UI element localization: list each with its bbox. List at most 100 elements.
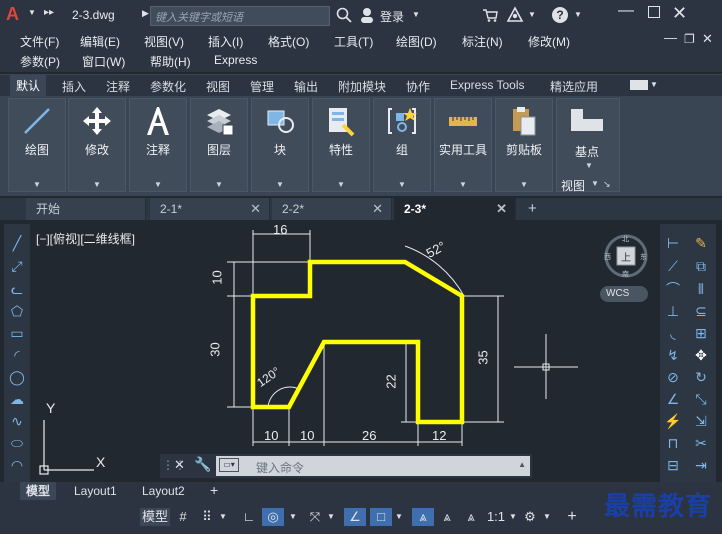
ellipse-arc-icon[interactable]: ◠ [8, 456, 26, 474]
doc-tab-close-icon[interactable]: ✕ [496, 198, 507, 220]
menu-express[interactable]: Express [214, 53, 257, 67]
search-input[interactable]: 键入关键字或短语 [150, 6, 330, 26]
panel-clipboard[interactable]: 剪贴板 ▼ [495, 98, 553, 192]
mirror-icon[interactable]: ⫴ [692, 280, 710, 298]
add-icon[interactable]: + [562, 508, 582, 526]
copy-icon[interactable]: ⧉ [692, 257, 710, 275]
grid-icon[interactable]: # [174, 508, 192, 526]
doc-restore-icon[interactable]: ❐ [684, 32, 695, 46]
tab-parametric[interactable]: 参数化 [150, 78, 186, 95]
panel-utilities[interactable]: 实用工具 ▼ [434, 98, 492, 192]
panel-utilities-chevron-icon[interactable]: ▼ [435, 180, 491, 189]
model-space-button[interactable]: 模型 [140, 508, 170, 526]
tab-express-tools[interactable]: Express Tools [450, 78, 524, 92]
app-menu-chevron-icon[interactable]: ▼ [28, 8, 36, 17]
layout-tab-layout1[interactable]: Layout1 [68, 482, 123, 500]
panel-draw[interactable]: 绘图 ▼ [8, 98, 66, 192]
continue-dim-icon[interactable]: ⊟ [664, 456, 682, 474]
jogged-dim-icon[interactable]: ↯ [664, 346, 682, 364]
wcs-menu[interactable]: WCS [600, 286, 648, 302]
panel-draw-chevron-icon[interactable]: ▼ [9, 180, 65, 189]
ribbon-toggle-icon[interactable] [630, 80, 648, 90]
command-input[interactable]: ▭▾ 键入命令 ▲ [216, 456, 530, 476]
panel-block[interactable]: 块 ▼ [251, 98, 309, 192]
minimize-icon[interactable]: — [618, 2, 634, 20]
menu-view[interactable]: 视图(V) [144, 33, 184, 50]
viewcube-north-label[interactable]: 北 [622, 234, 629, 244]
close-icon[interactable]: ✕ [672, 3, 687, 24]
rectangle-icon[interactable]: ▭ [8, 324, 26, 342]
tab-default[interactable]: 默认 [10, 75, 47, 97]
diameter-dim-icon[interactable]: ⊘ [664, 368, 682, 386]
tab-collaborate[interactable]: 协作 [406, 78, 430, 95]
polyline-icon[interactable]: ᓚ [8, 280, 26, 298]
tab-addins[interactable]: 附加模块 [338, 78, 386, 95]
menu-parameter[interactable]: 参数(P) [20, 53, 60, 70]
doc-tab-close-icon[interactable]: ✕ [250, 198, 261, 220]
polar-tracking-icon[interactable]: ◎ [262, 508, 284, 526]
menu-window[interactable]: 窗口(W) [82, 53, 125, 70]
arc-length-icon[interactable]: ⌒ [664, 280, 682, 298]
app-logo-icon[interactable]: A [6, 4, 19, 25]
cart-icon[interactable] [482, 8, 498, 22]
help-icon[interactable]: ? [552, 7, 568, 23]
polar-chevron-icon[interactable]: ▼ [288, 508, 298, 526]
new-tab-icon[interactable]: + [528, 200, 537, 217]
doc-tab-2-2[interactable]: 2-2* ✕ [272, 198, 392, 220]
autodesk-app-icon[interactable] [506, 6, 524, 24]
isodraft-icon[interactable]: ⤧ [306, 508, 324, 526]
isodraft-chevron-icon[interactable]: ▼ [326, 508, 336, 526]
panel-clipboard-chevron-icon[interactable]: ▼ [496, 180, 552, 189]
new-layout-icon[interactable]: + [210, 482, 218, 498]
ribbon-toggle-chevron-icon[interactable]: ▼ [650, 80, 658, 89]
search-icon[interactable] [336, 7, 352, 23]
ellipse-icon[interactable]: ⬭ [8, 434, 26, 452]
doc-close-icon[interactable]: ✕ [702, 31, 713, 47]
trim-icon[interactable]: ✂ [692, 434, 710, 452]
app-chevron-icon[interactable]: ▼ [528, 10, 536, 19]
menu-draw[interactable]: 绘图(D) [396, 33, 437, 50]
panel-view[interactable]: 基点 ▼ 视图 ▼ ↘ [556, 98, 620, 193]
scale-icon[interactable]: ⤡ [692, 390, 710, 408]
view-panel-launcher-icon[interactable]: ↘ [603, 179, 611, 190]
object-snap-tracking-icon[interactable]: ∠ [344, 508, 366, 526]
doc-tab-start[interactable]: 开始 [26, 198, 146, 220]
basepoint-chevron-icon[interactable]: ▼ [585, 161, 593, 170]
search-arrow-icon[interactable]: ▶ [142, 8, 149, 19]
user-icon[interactable] [360, 7, 374, 23]
stretch-icon[interactable]: ⇲ [692, 412, 710, 430]
tab-featured-apps[interactable]: 精选应用 [550, 78, 598, 95]
menu-insert[interactable]: 插入(I) [208, 33, 243, 50]
viewcube-west-label[interactable]: 西 [604, 252, 611, 262]
annotation-scale-icon[interactable]: ⩓ [462, 508, 480, 526]
radius-dim-icon[interactable]: ◟ [664, 324, 682, 342]
menu-edit[interactable]: 编辑(E) [80, 33, 120, 50]
menu-file[interactable]: 文件(F) [20, 33, 59, 50]
aligned-dim-icon[interactable]: ⟋ [664, 257, 682, 275]
baseline-dim-icon[interactable]: ⊓ [664, 434, 682, 452]
tab-output[interactable]: 输出 [294, 78, 318, 95]
spline-icon[interactable]: ∿ [8, 412, 26, 430]
panel-block-chevron-icon[interactable]: ▼ [252, 180, 308, 189]
maximize-icon[interactable] [648, 6, 660, 18]
annotation-scale-value[interactable]: 1:1 [486, 508, 506, 526]
quick-access-expand-icon[interactable]: ▸▸ [44, 7, 54, 18]
panel-annotation[interactable]: 注释 ▼ [129, 98, 187, 192]
panel-properties-chevron-icon[interactable]: ▼ [313, 180, 369, 189]
tab-manage[interactable]: 管理 [250, 78, 274, 95]
tab-annotate[interactable]: 注释 [106, 78, 130, 95]
rotate-icon[interactable]: ↻ [692, 368, 710, 386]
revcloud-icon[interactable]: ☁ [8, 390, 26, 408]
command-history-chevron-icon[interactable]: ▲ [518, 460, 526, 469]
panel-modify-chevron-icon[interactable]: ▼ [69, 180, 125, 189]
menu-modify[interactable]: 修改(M) [528, 33, 570, 50]
basepoint-label[interactable]: 基点 [575, 143, 599, 160]
angular-dim-icon[interactable]: ∠ [664, 390, 682, 408]
quick-dim-icon[interactable]: ⚡ [664, 412, 682, 430]
doc-tab-2-3[interactable]: 2-3* ✕ [394, 198, 516, 220]
menu-tools[interactable]: 工具(T) [334, 33, 373, 50]
doc-minimize-icon[interactable]: — [664, 30, 677, 45]
scale-chevron-icon[interactable]: ▼ [508, 508, 518, 526]
auto-scale-icon[interactable]: ⩓ [438, 508, 456, 526]
workspace-gear-icon[interactable]: ⚙ [520, 508, 540, 526]
